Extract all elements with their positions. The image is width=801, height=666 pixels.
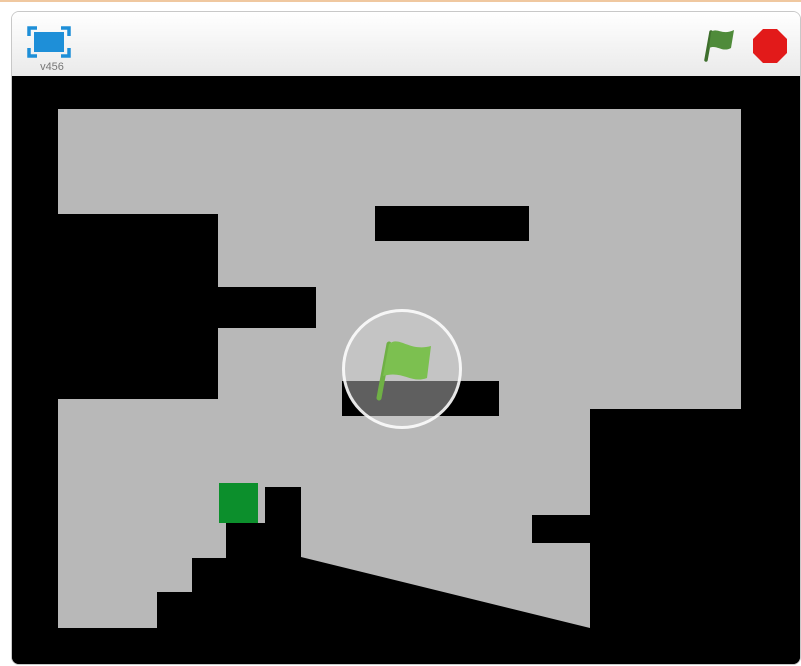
player-square: [219, 483, 258, 523]
wall-block: [218, 287, 316, 328]
project-player: v456: [11, 11, 801, 665]
fullscreen-button[interactable]: [27, 26, 71, 58]
version-label: v456: [40, 61, 64, 73]
start-overlay-button[interactable]: [342, 309, 462, 429]
wall-block: [532, 515, 590, 543]
fullscreen-icon: [27, 26, 71, 58]
wall-block: [375, 206, 529, 241]
green-flag-icon: [376, 341, 431, 401]
player-toolbar: v456: [12, 12, 800, 77]
game-stage[interactable]: [12, 76, 800, 664]
window-top-edge: [0, 0, 801, 2]
green-flag-icon: [704, 30, 734, 62]
stop-button[interactable]: [752, 28, 788, 64]
stop-sign-icon: [753, 29, 787, 63]
green-flag-button[interactable]: [700, 26, 738, 62]
